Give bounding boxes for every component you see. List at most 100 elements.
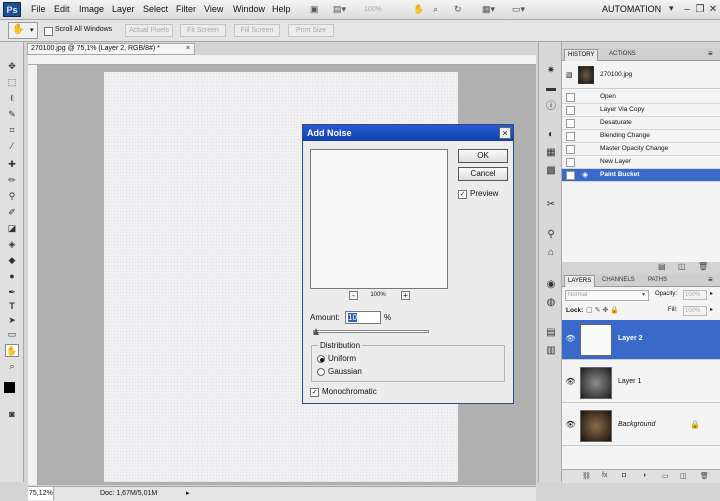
quick-selection-tool-icon[interactable]: ✎ <box>5 108 19 121</box>
menu-select[interactable]: Select <box>143 4 168 14</box>
shape-tool-icon[interactable]: ▭ <box>5 328 19 341</box>
scroll-all-windows-checkbox[interactable] <box>44 27 53 36</box>
fill-field[interactable]: 100% <box>683 306 707 316</box>
zoom-tool-icon[interactable]: ⌕ <box>5 360 19 373</box>
eyedropper-tool-icon[interactable]: ⁄ <box>5 140 19 153</box>
type-tool-icon[interactable]: T <box>5 300 19 313</box>
zoom-level-menu[interactable]: 100% <box>364 3 394 16</box>
visibility-eye-icon[interactable]: 👁 <box>565 377 576 387</box>
paint-bucket-tool-icon[interactable]: ◈ <box>5 238 19 251</box>
pen-tool-icon[interactable]: ✒ <box>5 286 19 299</box>
new-layer-icon[interactable]: ◫ <box>680 472 687 480</box>
move-tool-icon[interactable]: ✥ <box>5 60 19 73</box>
tab-paths[interactable]: PATHS <box>645 275 670 287</box>
color-icon[interactable]: ◐ <box>544 128 558 141</box>
tool-preset-picker[interactable]: ✋ ▾ <box>8 22 38 39</box>
filter-preview[interactable] <box>310 149 448 289</box>
uniform-radio[interactable] <box>317 355 325 363</box>
info-icon[interactable]: ⓘ <box>544 100 558 113</box>
layer-row-layer-2[interactable]: 👁 Layer 2 <box>562 320 720 360</box>
crop-tool-icon[interactable]: ⌗ <box>5 124 19 137</box>
marquee-tool-icon[interactable]: ⬚ <box>5 76 19 89</box>
layer-row-background[interactable]: 👁 Background 🔒 <box>562 406 720 446</box>
cancel-button[interactable]: Cancel <box>458 167 508 181</box>
history-brush-source-box[interactable] <box>566 119 575 128</box>
new-group-icon[interactable]: ▭ <box>662 472 669 480</box>
history-item-paint-bucket[interactable]: ◈ Paint Bucket <box>562 169 720 182</box>
arrange-documents-icon[interactable]: ▦▾ <box>482 3 495 16</box>
menu-view[interactable]: View <box>204 4 223 14</box>
history-brush-source-box[interactable] <box>566 106 575 115</box>
screen-mode-icon[interactable]: ▭▾ <box>512 3 525 16</box>
menu-edit[interactable]: Edit <box>54 4 70 14</box>
zoom-out-button[interactable]: - <box>349 291 358 300</box>
ok-button[interactable]: OK <box>458 149 508 163</box>
clone-source-icon[interactable]: ⚲ <box>544 228 558 241</box>
brush-tool-icon[interactable]: ✏ <box>5 174 19 187</box>
panel-menu-icon[interactable]: ≡ <box>708 275 713 284</box>
histogram-icon[interactable]: ▬ <box>544 82 558 95</box>
close-icon[interactable]: ✕ <box>706 3 720 16</box>
minimize-icon[interactable]: – <box>680 3 694 16</box>
bridge-icon[interactable]: ▣ <box>310 3 319 16</box>
history-item-master-opacity-change[interactable]: Master Opacity Change <box>562 143 720 156</box>
view-extras-icon[interactable]: ▤▾ <box>333 3 346 16</box>
delete-state-icon[interactable]: 🗑 <box>698 262 708 271</box>
fill-slider-arrow-icon[interactable]: ▸ <box>710 306 713 313</box>
history-brush-source-box[interactable] <box>566 158 575 167</box>
clone-stamp-tool-icon[interactable]: ⚲ <box>5 190 19 203</box>
tool-presets-icon[interactable]: ⌂ <box>544 246 558 259</box>
fit-screen-button[interactable]: Fit Screen <box>180 24 226 37</box>
history-item-new-layer[interactable]: New Layer <box>562 156 720 169</box>
blend-mode-select[interactable]: Normal <box>565 290 649 301</box>
quick-mask-icon[interactable]: ◙ <box>5 408 19 421</box>
zoom-in-button[interactable]: + <box>401 291 410 300</box>
close-icon[interactable]: × <box>499 127 511 139</box>
adjustments-icon[interactable]: ◉ <box>544 278 558 291</box>
history-item-desaturate[interactable]: Desaturate <box>562 117 720 130</box>
amount-input[interactable]: 10 <box>345 311 381 324</box>
status-menu-arrow-icon[interactable]: ▸ <box>186 487 190 500</box>
menu-help[interactable]: Help <box>272 4 291 14</box>
print-size-button[interactable]: Print Size <box>288 24 334 37</box>
opacity-field[interactable]: 100% <box>683 290 707 300</box>
close-icon[interactable]: × <box>186 44 190 54</box>
notes-icon[interactable]: ▤ <box>544 326 558 339</box>
styles-icon[interactable]: ▩ <box>544 164 558 177</box>
layer-row-layer-1[interactable]: 👁 Layer 1 <box>562 363 720 403</box>
brushes-icon[interactable]: ✂ <box>544 198 558 211</box>
tab-channels[interactable]: CHANNELS <box>599 275 638 287</box>
tab-layers[interactable]: LAYERS <box>564 275 596 287</box>
lock-options-icon[interactable]: ▢✎✥🔒 <box>586 306 621 314</box>
healing-brush-tool-icon[interactable]: ✚ <box>5 158 19 171</box>
chevron-down-icon[interactable]: ▾ <box>669 3 674 14</box>
visibility-eye-icon[interactable]: 👁 <box>565 420 576 430</box>
hand-icon[interactable]: ✋ <box>413 3 424 16</box>
fill-screen-button[interactable]: Fill Screen <box>234 24 280 37</box>
adjustment-layer-icon[interactable]: ◑ <box>642 472 646 479</box>
menu-image[interactable]: Image <box>79 4 104 14</box>
history-item-layer-via-copy[interactable]: Layer Via Copy <box>562 104 720 117</box>
new-document-from-state-icon[interactable]: ▤ <box>658 262 666 271</box>
menu-file[interactable]: File <box>31 4 46 14</box>
lasso-tool-icon[interactable]: ℓ <box>5 92 19 105</box>
history-item-open[interactable]: Open <box>562 91 720 104</box>
restore-icon[interactable]: ❐ <box>693 3 707 16</box>
delete-layer-icon[interactable]: 🗑 <box>700 472 709 480</box>
workspace-switcher[interactable]: AUTOMATION <box>602 4 661 14</box>
tab-history[interactable]: HISTORY <box>564 49 599 61</box>
link-layers-icon[interactable]: ⛓ <box>582 472 591 480</box>
eraser-tool-icon[interactable]: ◪ <box>5 222 19 235</box>
menu-filter[interactable]: Filter <box>176 4 196 14</box>
gaussian-radio[interactable] <box>317 368 325 376</box>
amount-slider-track[interactable] <box>313 330 429 333</box>
menu-layer[interactable]: Layer <box>112 4 135 14</box>
menu-window[interactable]: Window <box>233 4 265 14</box>
hand-tool-icon[interactable]: ✋ <box>5 344 19 357</box>
history-brush-source-box[interactable] <box>566 93 575 102</box>
status-zoom-field[interactable]: 75,12% <box>28 487 54 500</box>
swatches-icon[interactable]: ▦ <box>544 146 558 159</box>
history-brush-source-box[interactable] <box>566 145 575 154</box>
rotate-view-icon[interactable]: ↻ <box>454 3 462 16</box>
monochromatic-checkbox[interactable]: ✓ <box>310 388 319 397</box>
